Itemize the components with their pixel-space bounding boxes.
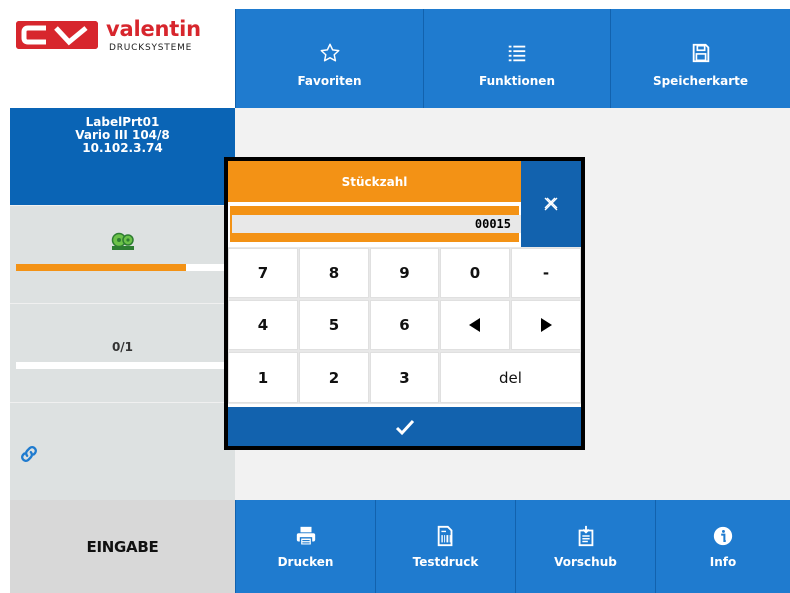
feed-button[interactable]: Vorschub bbox=[515, 500, 655, 593]
test-print-button[interactable]: Testdruck bbox=[375, 500, 515, 593]
key-6[interactable]: 6 bbox=[370, 300, 439, 350]
check-icon bbox=[395, 419, 414, 435]
arrow-right-icon bbox=[541, 318, 552, 332]
cursor-right-button[interactable] bbox=[511, 300, 581, 350]
quantity-dialog: Stückzahl 00015 7 8 9 0 - 4 5 6 1 2 3 de… bbox=[224, 157, 585, 450]
functions-label: Funktionen bbox=[479, 73, 555, 88]
print-label: Drucken bbox=[277, 554, 334, 569]
printer-icon bbox=[296, 526, 315, 546]
quantity-dialog-body: Stückzahl 00015 7 8 9 0 - 4 5 6 1 2 3 de… bbox=[228, 161, 581, 446]
key-2[interactable]: 2 bbox=[299, 352, 369, 403]
job-counter-text: 0/1 bbox=[111, 340, 134, 354]
numeric-keypad: 7 8 9 0 - 4 5 6 1 2 3 del bbox=[228, 247, 581, 404]
info-label: Info bbox=[709, 554, 737, 569]
confirm-button[interactable] bbox=[228, 407, 581, 446]
dialog-title: Stückzahl bbox=[228, 161, 521, 202]
key-3[interactable]: 3 bbox=[370, 352, 439, 403]
key-7[interactable]: 7 bbox=[228, 248, 298, 298]
brand-name: valentin bbox=[106, 17, 201, 41]
memory-card-label: Speicherkarte bbox=[652, 73, 749, 88]
key-8[interactable]: 8 bbox=[299, 248, 369, 298]
key-4[interactable]: 4 bbox=[228, 300, 298, 350]
job-progress-bar bbox=[16, 362, 229, 369]
key-1[interactable]: 1 bbox=[228, 352, 298, 403]
info-button[interactable]: Info bbox=[655, 500, 790, 593]
close-icon bbox=[544, 197, 558, 211]
info-icon bbox=[713, 526, 733, 545]
arrow-left-icon bbox=[469, 318, 480, 332]
ribbon-status bbox=[10, 205, 235, 303]
device-info: LabelPrt01 Vario III 104/8 10.102.3.74 bbox=[10, 108, 235, 205]
brand-logo: valentin DRUCKSYSTEME bbox=[10, 9, 235, 108]
job-counter: 0/1 bbox=[10, 303, 235, 402]
quantity-field-wrap: 00015 bbox=[228, 202, 521, 247]
memory-card-button[interactable]: Speicherkarte bbox=[610, 9, 790, 108]
test-print-label: Testdruck bbox=[412, 554, 479, 569]
save-icon bbox=[692, 43, 709, 62]
mode-label: EINGABE bbox=[10, 500, 235, 593]
list-icon bbox=[508, 45, 526, 61]
test-print-icon bbox=[437, 525, 452, 546]
key-5[interactable]: 5 bbox=[299, 300, 369, 350]
dialog-close-button[interactable] bbox=[521, 161, 581, 247]
connection-status bbox=[10, 402, 235, 500]
key-0[interactable]: 0 bbox=[440, 248, 510, 298]
favorites-button[interactable]: Favoriten bbox=[235, 9, 423, 108]
key-minus[interactable]: - bbox=[511, 248, 581, 298]
functions-button[interactable]: Funktionen bbox=[423, 9, 610, 108]
key-9[interactable]: 9 bbox=[370, 248, 439, 298]
print-button[interactable]: Drucken bbox=[235, 500, 375, 593]
star-icon bbox=[320, 43, 339, 62]
ribbon-level-fill bbox=[16, 264, 187, 271]
cv-logo-mark bbox=[16, 21, 98, 49]
feed-icon bbox=[578, 525, 593, 546]
feed-label: Vorschub bbox=[554, 554, 617, 569]
link-icon bbox=[21, 446, 37, 462]
brand-subtitle: DRUCKSYSTEME bbox=[109, 43, 193, 53]
cursor-left-button[interactable] bbox=[440, 300, 510, 350]
quantity-field-frame: 00015 bbox=[230, 206, 521, 242]
quantity-input[interactable]: 00015 bbox=[232, 215, 521, 233]
delete-key[interactable]: del bbox=[440, 352, 581, 403]
device-ip: 10.102.3.74 bbox=[82, 141, 163, 155]
ribbon-level-bar bbox=[16, 264, 229, 271]
ribbon-roll-icon bbox=[111, 232, 134, 250]
favorites-label: Favoriten bbox=[297, 73, 362, 88]
